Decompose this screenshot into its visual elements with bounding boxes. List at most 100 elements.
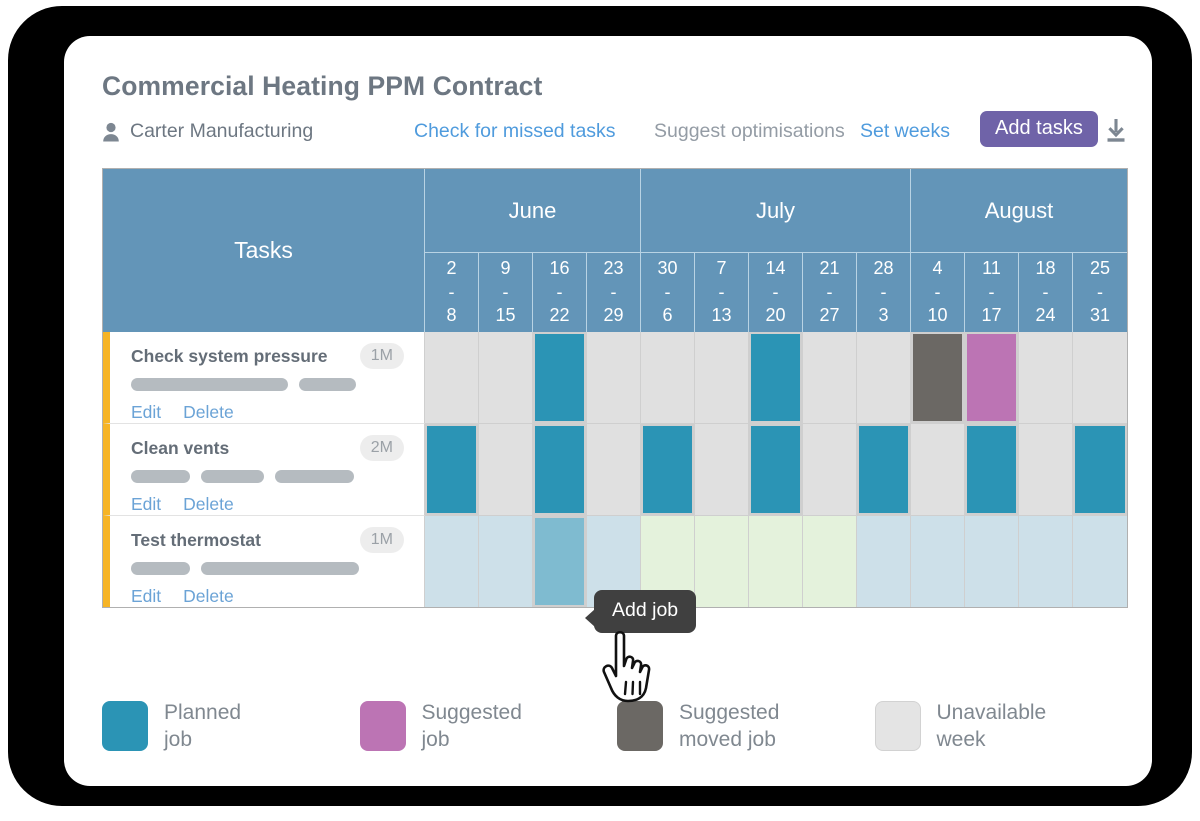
schedule-cell-hover[interactable] bbox=[533, 516, 587, 607]
device-bezel: Commercial Heating PPM Contract Carter M… bbox=[8, 6, 1192, 806]
table-row: Check system pressureEditDelete1M bbox=[103, 332, 1127, 424]
schedule-cell-unavailable[interactable] bbox=[911, 424, 965, 516]
week-start: 7 bbox=[716, 257, 726, 281]
week-header[interactable]: 7-13 bbox=[695, 253, 749, 332]
legend-label: Suggestedjob bbox=[422, 699, 522, 754]
set-weeks-link[interactable]: Set weeks bbox=[860, 120, 950, 143]
week-end: 20 bbox=[765, 304, 785, 328]
schedule-cell-available[interactable] bbox=[857, 516, 911, 607]
schedule-cell-available[interactable] bbox=[425, 516, 479, 607]
week-header[interactable]: 11-17 bbox=[965, 253, 1019, 332]
schedule-cell-unavailable[interactable] bbox=[803, 332, 857, 424]
schedule-cell-unavailable[interactable] bbox=[479, 332, 533, 424]
week-end: 6 bbox=[662, 304, 672, 328]
schedule-cell-unavailable[interactable] bbox=[803, 424, 857, 516]
schedule-cell-planned[interactable] bbox=[533, 332, 587, 424]
schedule-cell-suggested[interactable] bbox=[965, 332, 1019, 424]
schedule-cell-planned[interactable] bbox=[1073, 424, 1127, 516]
schedule-cell-available[interactable] bbox=[1019, 516, 1073, 607]
schedule-cell-planned[interactable] bbox=[641, 424, 695, 516]
placeholder-bar bbox=[131, 470, 190, 483]
week-header[interactable]: 4-10 bbox=[911, 253, 965, 332]
week-header[interactable]: 18-24 bbox=[1019, 253, 1073, 332]
week-start: 18 bbox=[1035, 257, 1055, 281]
delete-task-link[interactable]: Delete bbox=[183, 494, 234, 515]
schedule-cell-planned[interactable] bbox=[533, 424, 587, 516]
edit-task-link[interactable]: Edit bbox=[131, 494, 161, 515]
add-tasks-button[interactable]: Add tasks bbox=[980, 111, 1098, 147]
legend-label-line1: Unavailable bbox=[937, 699, 1047, 726]
week-end: 22 bbox=[549, 304, 569, 328]
cell-fill bbox=[425, 332, 478, 423]
schedule-cell-available[interactable] bbox=[1073, 516, 1127, 607]
week-header[interactable]: 16-22 bbox=[533, 253, 587, 332]
week-dash: - bbox=[719, 281, 725, 305]
week-dash: - bbox=[449, 281, 455, 305]
cell-fill bbox=[1019, 516, 1072, 607]
schedule-cell-unavailable[interactable] bbox=[695, 424, 749, 516]
schedule-cell-available[interactable] bbox=[911, 516, 965, 607]
cell-fill bbox=[1019, 332, 1072, 423]
task-detail-placeholder bbox=[131, 562, 424, 575]
schedule-cell-planned[interactable] bbox=[425, 424, 479, 516]
schedule-cell-unavailable[interactable] bbox=[1019, 424, 1073, 516]
cell-fill bbox=[643, 426, 692, 513]
cell-fill bbox=[1073, 332, 1127, 423]
schedule-cell-preferred[interactable] bbox=[803, 516, 857, 607]
week-header[interactable]: 30-6 bbox=[641, 253, 695, 332]
edit-task-link[interactable]: Edit bbox=[131, 402, 161, 423]
table-body: Check system pressureEditDelete1MClean v… bbox=[103, 332, 1127, 607]
schedule-cell-planned[interactable] bbox=[749, 424, 803, 516]
placeholder-bar bbox=[131, 378, 288, 391]
week-header[interactable]: 21-27 bbox=[803, 253, 857, 332]
schedule-cells bbox=[425, 332, 1127, 424]
cell-fill bbox=[857, 332, 910, 423]
schedule-cell-unavailable[interactable] bbox=[587, 332, 641, 424]
legend-item: Plannedjob bbox=[102, 686, 360, 766]
months-row: JuneJulyAugust bbox=[425, 169, 1127, 253]
schedule-cell-unavailable[interactable] bbox=[587, 424, 641, 516]
week-dash: - bbox=[1097, 281, 1103, 305]
task-frequency-badge: 2M bbox=[360, 435, 404, 461]
schedule-cell-unavailable[interactable] bbox=[857, 332, 911, 424]
schedule-cell-planned[interactable] bbox=[857, 424, 911, 516]
week-end: 3 bbox=[878, 304, 888, 328]
schedule-cell-moved[interactable] bbox=[911, 332, 965, 424]
suggest-optimisations-link[interactable]: Suggest optimisations bbox=[654, 120, 845, 143]
week-header[interactable]: 25-31 bbox=[1073, 253, 1127, 332]
delete-task-link[interactable]: Delete bbox=[183, 586, 234, 607]
week-header[interactable]: 28-3 bbox=[857, 253, 911, 332]
cell-fill bbox=[641, 332, 694, 423]
cell-fill bbox=[587, 424, 640, 515]
schedule-cell-available[interactable] bbox=[965, 516, 1019, 607]
schedule-cell-unavailable[interactable] bbox=[1073, 332, 1127, 424]
week-header[interactable]: 2-8 bbox=[425, 253, 479, 332]
schedule-cell-unavailable[interactable] bbox=[479, 424, 533, 516]
task-detail-placeholder bbox=[131, 378, 424, 391]
legend-label: Plannedjob bbox=[164, 699, 241, 754]
month-header-june: June bbox=[425, 169, 641, 253]
schedule-cell-preferred[interactable] bbox=[749, 516, 803, 607]
edit-task-link[interactable]: Edit bbox=[131, 586, 161, 607]
week-header[interactable]: 23-29 bbox=[587, 253, 641, 332]
check-missed-tasks-link[interactable]: Check for missed tasks bbox=[414, 120, 616, 143]
schedule-cell-unavailable[interactable] bbox=[1019, 332, 1073, 424]
schedule-cells bbox=[425, 516, 1127, 607]
cell-fill bbox=[967, 334, 1016, 421]
legend-label-line1: Planned bbox=[164, 699, 241, 726]
schedule-cell-unavailable[interactable] bbox=[425, 332, 479, 424]
legend-label: Unavailableweek bbox=[937, 699, 1047, 754]
schedule-cell-unavailable[interactable] bbox=[695, 332, 749, 424]
schedule-cell-planned[interactable] bbox=[749, 332, 803, 424]
download-icon[interactable] bbox=[1102, 116, 1130, 146]
schedule-cell-preferred[interactable] bbox=[695, 516, 749, 607]
task-actions: Edit Delete bbox=[131, 586, 424, 607]
task-detail-placeholder bbox=[131, 470, 424, 483]
schedule-cell-available[interactable] bbox=[479, 516, 533, 607]
schedule-cell-unavailable[interactable] bbox=[641, 332, 695, 424]
delete-task-link[interactable]: Delete bbox=[183, 402, 234, 423]
week-header[interactable]: 9-15 bbox=[479, 253, 533, 332]
schedule-cell-planned[interactable] bbox=[965, 424, 1019, 516]
week-header[interactable]: 14-20 bbox=[749, 253, 803, 332]
week-start: 2 bbox=[446, 257, 456, 281]
